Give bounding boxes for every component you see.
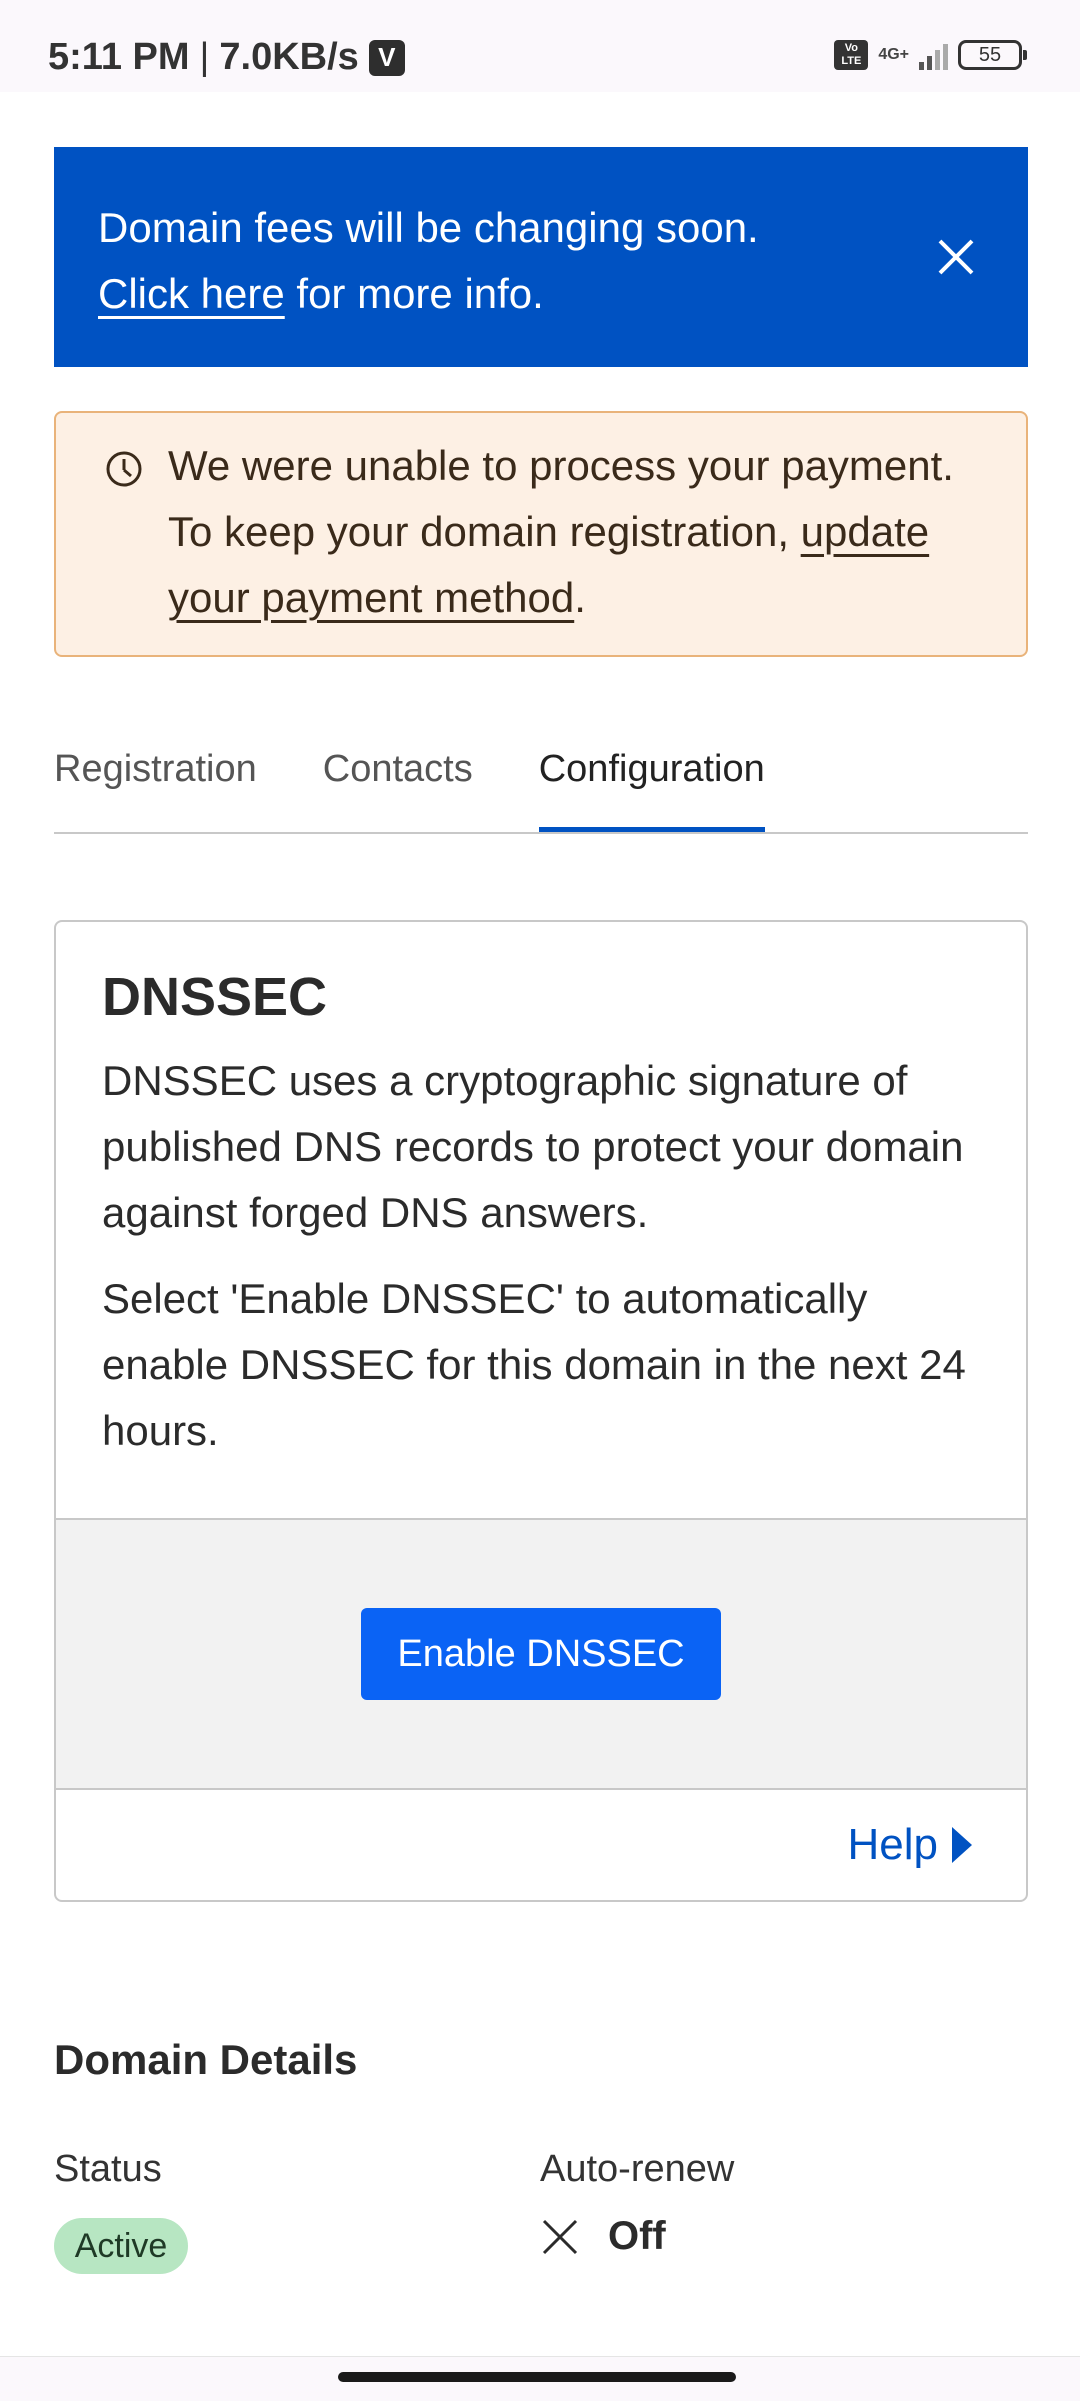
tab-contacts[interactable]: Contacts [323, 740, 473, 830]
tab-configuration[interactable]: Configuration [538, 740, 765, 832]
battery-icon: 55 [958, 40, 1027, 70]
autorenew-value: Off [540, 2214, 666, 2259]
status-time: 5:11 PM [48, 36, 190, 78]
notification-badge-icon: V [368, 39, 405, 76]
dnssec-card: DNSSEC DNSSEC uses a cryptographic signa… [54, 920, 1028, 1902]
caret-right-icon [952, 1827, 972, 1863]
domain-tabs: Registration Contacts Configuration [54, 740, 1028, 834]
help-link[interactable]: Help [847, 1820, 972, 1870]
home-gesture-handle[interactable] [338, 2372, 736, 2382]
status-label: Status [54, 2148, 162, 2190]
signal-icon [919, 40, 948, 70]
status-left: 5:11 PM | 7.0KB/s V [48, 36, 405, 79]
volte-icon: Vo LTE [834, 40, 869, 70]
banner-line-1: Domain fees will be changing soon. [98, 204, 759, 251]
fee-change-banner: Domain fees will be changing soon. Click… [54, 147, 1028, 367]
payment-warning: We were unable to process your payment. … [54, 411, 1028, 657]
network-type: 4G+ [878, 46, 909, 63]
status-separator: | [199, 36, 210, 78]
autorenew-label: Auto-renew [540, 2148, 735, 2190]
x-icon [542, 2219, 578, 2254]
clock-icon [106, 451, 142, 487]
banner-line-2-rest: for more info. [284, 270, 544, 317]
banner-click-here-link[interactable]: Click here [98, 270, 285, 317]
domain-details-title: Domain Details [54, 2036, 358, 2083]
dnssec-title: DNSSEC [102, 967, 328, 1027]
network-speed: 7.0KB/s [219, 36, 359, 78]
tab-registration[interactable]: Registration [54, 740, 257, 830]
warning-text-end: . [574, 574, 586, 621]
status-badge: Active [54, 2218, 188, 2274]
dnssec-description: DNSSEC uses a cryptographic signature of… [102, 1057, 964, 1236]
status-right: Vo LTE 4G+ 55 [834, 40, 1027, 70]
enable-dnssec-button[interactable]: Enable DNSSEC [361, 1608, 721, 1700]
banner-line-2: Click here for more info. [98, 261, 908, 327]
status-bar: 5:11 PM | 7.0KB/s V Vo LTE 4G+ 55 [0, 0, 1080, 92]
autorenew-off-text: Off [608, 2214, 666, 2258]
dnssec-card-footer: Help [56, 1790, 1026, 1900]
dnssec-action-area: Enable DNSSEC [56, 1520, 1026, 1790]
help-label: Help [847, 1820, 939, 1869]
dnssec-instructions: Select 'Enable DNSSEC' to automatically … [102, 1275, 966, 1454]
close-icon[interactable] [930, 231, 982, 283]
dnssec-card-body: DNSSEC DNSSEC uses a cryptographic signa… [56, 922, 1026, 1520]
